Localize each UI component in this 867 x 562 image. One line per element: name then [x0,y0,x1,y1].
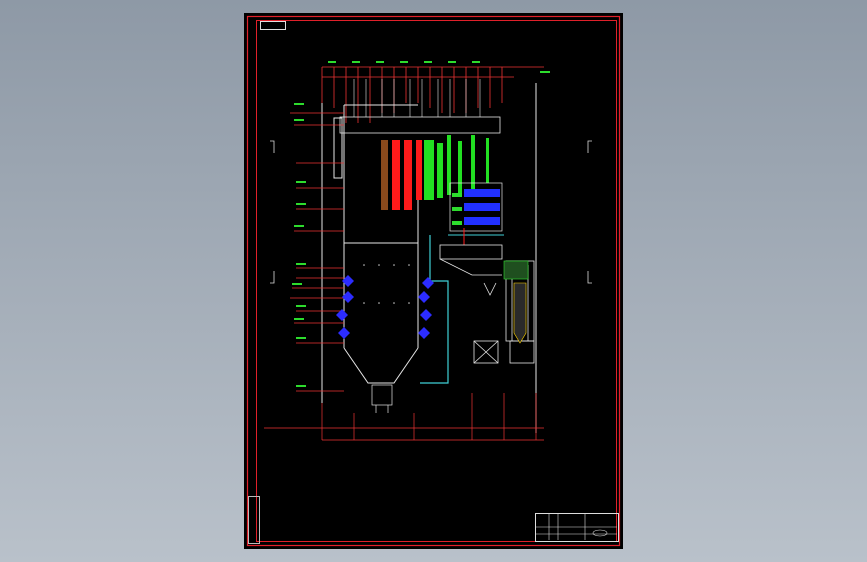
superheater-panels [381,135,489,210]
revision-strip [248,496,260,544]
bottom-ash-hopper [371,384,393,413]
sheet-tag [260,21,286,30]
furnace-grid-dots [363,264,410,304]
title-block [535,513,619,542]
air-heater-hopper [513,282,527,344]
left-green-tags [292,103,306,387]
vertical-risers [353,79,481,117]
support-columns [321,393,537,440]
air-heater [503,260,529,280]
flue-duct [420,235,449,384]
roof-header [339,116,501,134]
burners [336,275,434,339]
boiler-elevation-drawing [246,15,621,547]
furnace-walls [321,83,537,433]
top-elevation-markers [321,66,544,123]
economizer-banks [448,182,504,245]
drawing-sheet [244,13,623,549]
